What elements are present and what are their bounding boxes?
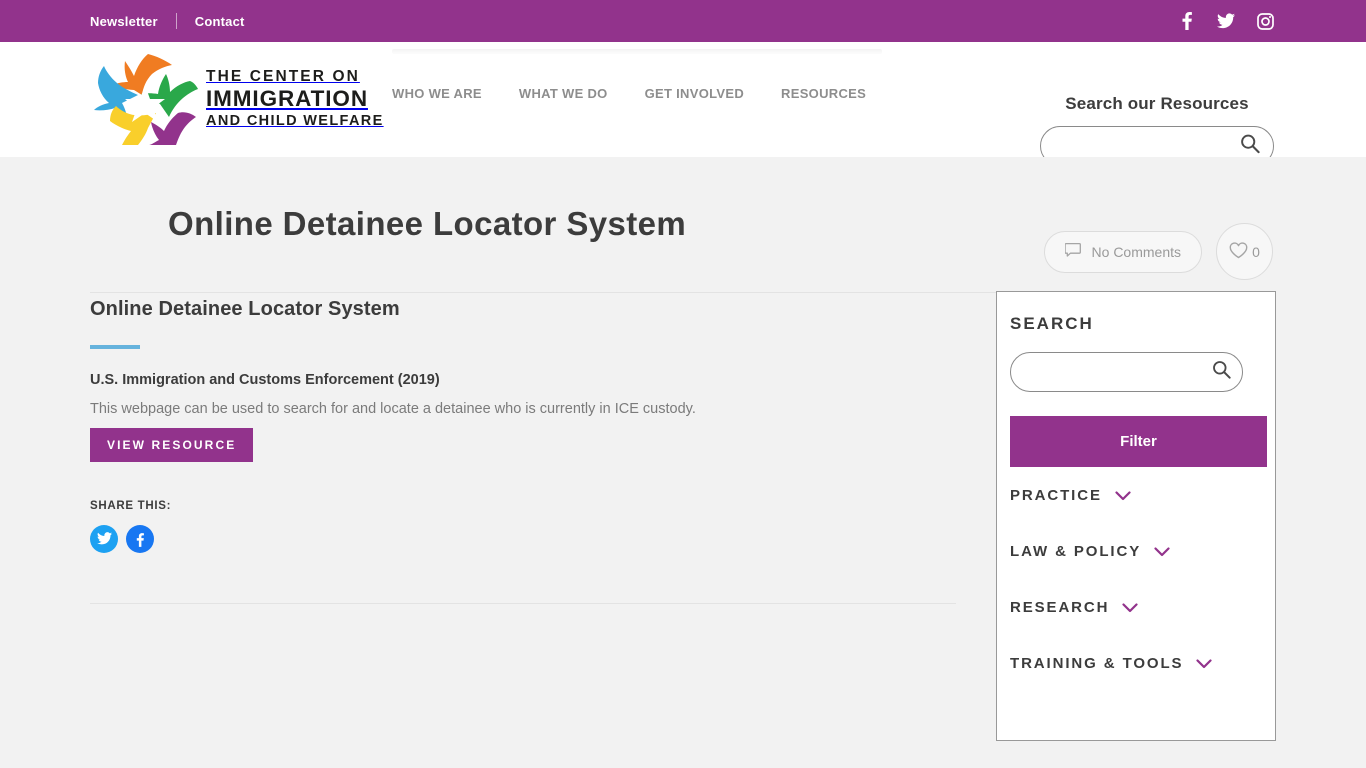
nav-item-who-we-are[interactable]: WHO WE ARE (392, 86, 482, 101)
heading-accent-bar (90, 345, 140, 349)
post-meta-badges: No Comments 0 (1043, 223, 1273, 280)
likes-badge[interactable]: 0 (1216, 223, 1273, 280)
facebook-share-icon[interactable] (126, 524, 154, 553)
filter-button[interactable]: Filter (1010, 416, 1267, 467)
main-content-area: Online Detainee Locator System U.S. Immi… (0, 291, 1366, 741)
share-icons (90, 524, 956, 553)
main-navigation: WHO WE ARE WHAT WE DO GET INVOLVED RESOU… (392, 86, 882, 101)
chevron-down-icon[interactable] (1115, 490, 1131, 501)
topbar-divider (175, 13, 177, 29)
page-title: Online Detainee Locator System (168, 205, 687, 242)
logo-line-2: IMMIGRATION (206, 85, 368, 111)
filter-label: LAW & POLICY (1010, 543, 1142, 560)
topbar-link-newsletter[interactable]: Newsletter (90, 14, 158, 29)
twitter-share-icon[interactable] (90, 524, 118, 553)
article-description: This webpage can be used to search for a… (90, 401, 696, 417)
site-logo[interactable]: THE CENTER ON IMMIGRATION AND CHILD WELF… (90, 49, 384, 145)
content-bottom-divider (90, 602, 956, 604)
sidebar-search-input[interactable] (1011, 353, 1244, 391)
filter-accordion-research[interactable]: RESEARCH (1010, 579, 1262, 635)
header-search-block: Search our Resources (1040, 94, 1278, 166)
comment-bubble-icon (1063, 242, 1082, 261)
nav-top-accent (392, 49, 882, 54)
comments-badge[interactable]: No Comments (1043, 230, 1202, 273)
topbar-social-links (1178, 12, 1274, 30)
article-source: U.S. Immigration and Customs Enforcement… (90, 372, 440, 388)
share-this-label: SHARE THIS: (90, 499, 172, 512)
sidebar-search-box[interactable] (1010, 352, 1244, 392)
search-icon[interactable] (1240, 134, 1260, 159)
comments-badge-label: No Comments (1091, 243, 1181, 260)
header-search-label: Search our Resources (1065, 94, 1249, 113)
filter-label: PRACTICE (1010, 487, 1102, 504)
view-resource-button[interactable]: VIEW RESOURCE (90, 427, 254, 462)
main-navigation-wrapper: WHO WE ARE WHAT WE DO GET INVOLVED RESOU… (392, 49, 882, 101)
topbar-links: Newsletter Contact (90, 13, 245, 29)
site-header: THE CENTER ON IMMIGRATION AND CHILD WELF… (0, 42, 1366, 166)
chevron-down-icon[interactable] (1154, 546, 1170, 557)
chevron-down-icon[interactable] (1122, 602, 1138, 613)
filter-label: TRAINING & TOOLS (1010, 655, 1184, 672)
nav-item-get-involved[interactable]: GET INVOLVED (645, 86, 744, 101)
heart-icon (1229, 241, 1248, 262)
twitter-icon[interactable] (1217, 12, 1235, 30)
facebook-icon[interactable] (1178, 12, 1196, 30)
topbar-link-contact[interactable]: Contact (195, 14, 245, 29)
search-icon[interactable] (1212, 360, 1231, 384)
nav-item-resources[interactable]: RESOURCES (781, 86, 866, 101)
likes-count: 0 (1252, 243, 1260, 260)
sidebar-search-title: SEARCH (1010, 314, 1094, 333)
logo-wordmark: THE CENTER ON IMMIGRATION AND CHILD WELF… (206, 65, 384, 129)
sidebar: SEARCH Filter PRACTICE LAW & POLICY RESE… (996, 291, 1276, 741)
logo-birds-icon (94, 54, 198, 145)
filter-accordion-training-tools[interactable]: TRAINING & TOOLS (1010, 635, 1262, 691)
filter-label: RESEARCH (1010, 599, 1110, 616)
top-utility-bar: Newsletter Contact (0, 0, 1366, 42)
chevron-down-icon[interactable] (1196, 658, 1213, 669)
article-column: Online Detainee Locator System U.S. Immi… (90, 291, 956, 604)
instagram-icon[interactable] (1256, 12, 1274, 30)
nav-item-what-we-do[interactable]: WHAT WE DO (519, 86, 608, 101)
filter-accordion-law-policy[interactable]: LAW & POLICY (1010, 523, 1262, 579)
filter-accordion-practice[interactable]: PRACTICE (1010, 467, 1262, 523)
article-heading: Online Detainee Locator System (90, 298, 400, 320)
logo-line-3: AND CHILD WELFARE (206, 113, 384, 130)
logo-line-1: THE CENTER ON (206, 68, 360, 86)
